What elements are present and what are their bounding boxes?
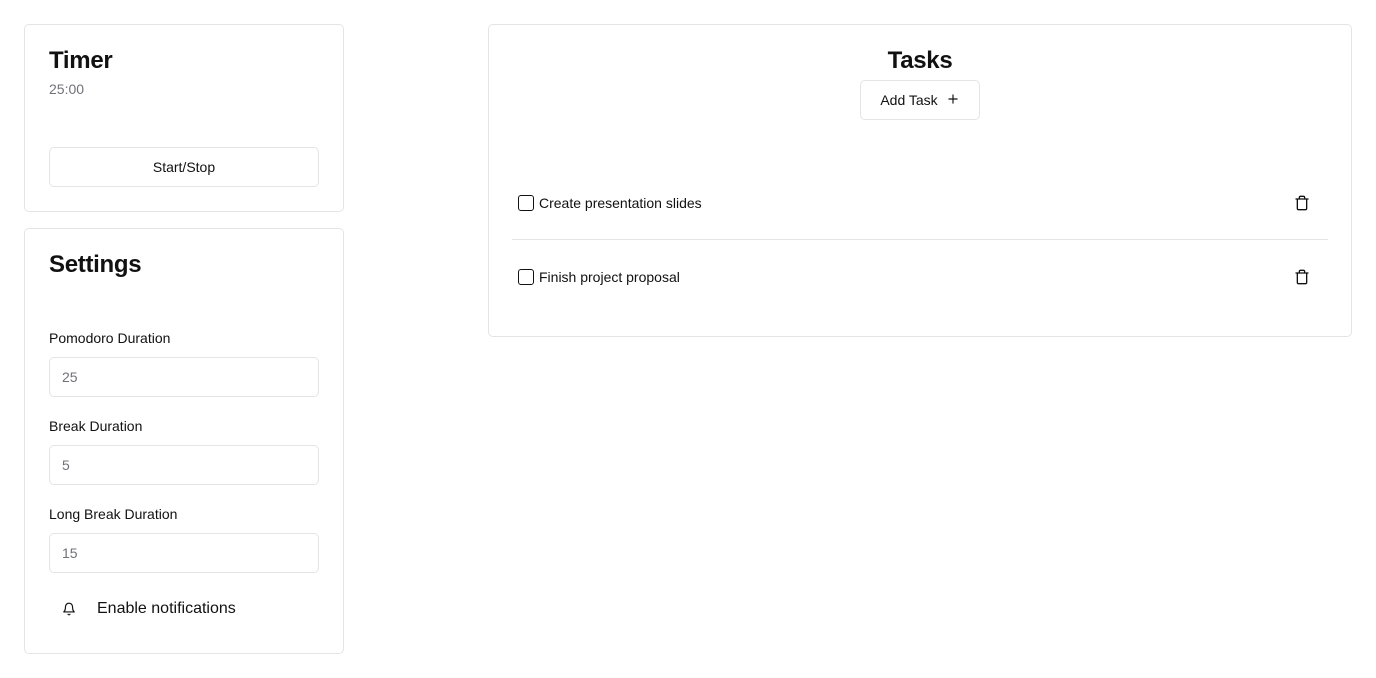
break-duration-label: Break Duration <box>49 418 143 434</box>
task-label: Create presentation slides <box>539 195 702 211</box>
task-label: Finish project proposal <box>539 269 680 285</box>
pomodoro-duration-label: Pomodoro Duration <box>49 330 171 346</box>
start-stop-button[interactable]: Start/Stop <box>49 147 319 187</box>
trash-icon[interactable] <box>1294 269 1310 285</box>
bell-icon <box>49 597 89 621</box>
settings-card: Settings Pomodoro Duration Break Duratio… <box>24 228 344 654</box>
task-divider <box>512 239 1328 240</box>
task-checkbox[interactable] <box>518 195 534 211</box>
timer-card: Timer 25:00 Start/Stop <box>24 24 344 212</box>
task-item: Finish project proposal <box>512 257 1328 297</box>
task-item: Create presentation slides <box>512 183 1328 223</box>
trash-icon[interactable] <box>1294 195 1310 211</box>
break-duration-input[interactable] <box>49 445 319 485</box>
pomodoro-duration-input[interactable] <box>49 357 319 397</box>
task-checkbox[interactable] <box>518 269 534 285</box>
plus-icon <box>946 92 960 109</box>
tasks-title: Tasks <box>887 47 953 74</box>
timer-display: 25:00 <box>49 81 85 97</box>
settings-title: Settings <box>49 251 142 278</box>
timer-title: Timer <box>49 47 113 74</box>
long-break-duration-input[interactable] <box>49 533 319 573</box>
enable-notifications-button[interactable]: Enable notifications <box>49 597 319 621</box>
add-task-label: Add Task <box>880 92 938 108</box>
tasks-card: Tasks Add Task Create presentation slide… <box>488 24 1352 337</box>
add-task-button[interactable]: Add Task <box>860 80 980 120</box>
long-break-duration-label: Long Break Duration <box>49 506 178 522</box>
enable-notifications-label: Enable notifications <box>97 600 236 617</box>
